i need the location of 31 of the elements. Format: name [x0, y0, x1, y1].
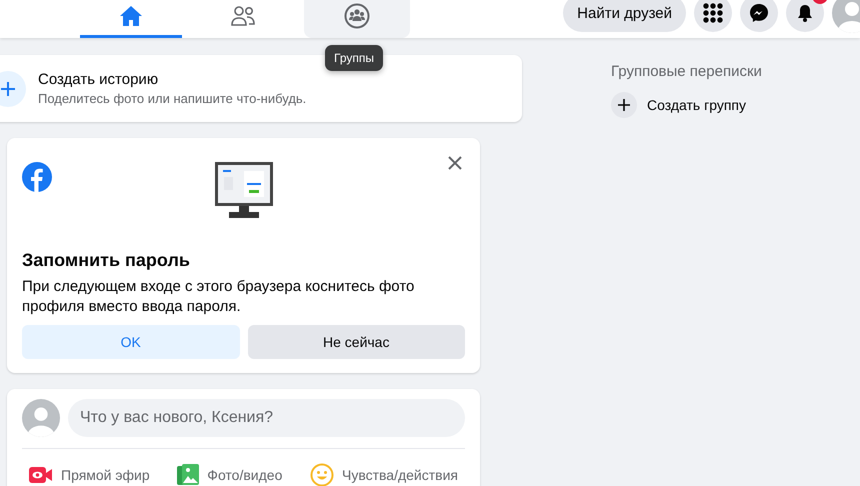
post-input-field[interactable]: Что у вас нового, Ксения?	[68, 399, 465, 437]
smiley-icon	[310, 463, 334, 486]
dialog-text: При следующем входе с этого браузера коснитесь фото профиля вместо ввода пароля.	[22, 277, 416, 317]
dialog-title: Запомнить пароль	[22, 250, 191, 271]
ok-button[interactable]: OK	[22, 325, 240, 359]
home-icon	[119, 4, 143, 28]
tooltip: Группы	[325, 45, 383, 71]
messenger-icon	[749, 3, 769, 23]
bell-icon	[796, 4, 814, 22]
nav-tab[interactable]	[304, 0, 410, 38]
find-friends-button[interactable]: Найти друзей	[563, 0, 686, 32]
menu-button[interactable]	[694, 0, 732, 32]
computer-monitor-drawing	[214, 162, 272, 220]
notifications-button[interactable]	[786, 0, 824, 32]
plus-icon	[1, 82, 15, 96]
people-icon	[230, 4, 256, 28]
logo-icon	[22, 162, 52, 192]
composer-action[interactable]: Прямой эфир	[22, 457, 157, 486]
composer-action[interactable]: Чувства/действия	[302, 457, 465, 486]
not-now-button[interactable]: Не сейчас	[248, 325, 465, 359]
story-subtitle: Поделитесь фото или напишите что-нибудь.	[38, 91, 306, 106]
story-title: Создать историю	[38, 71, 160, 88]
menu-grid-icon	[703, 3, 723, 23]
avatar-icon	[22, 399, 60, 437]
plus-icon	[618, 99, 630, 111]
messenger-button[interactable]	[740, 0, 778, 32]
close-icon	[448, 156, 462, 170]
group-icon	[344, 2, 370, 28]
create-group-button[interactable]: Создать группу	[611, 92, 746, 118]
composer-action[interactable]: Фото/видео	[170, 457, 290, 486]
section-heading: Групповые переписки	[611, 63, 762, 80]
